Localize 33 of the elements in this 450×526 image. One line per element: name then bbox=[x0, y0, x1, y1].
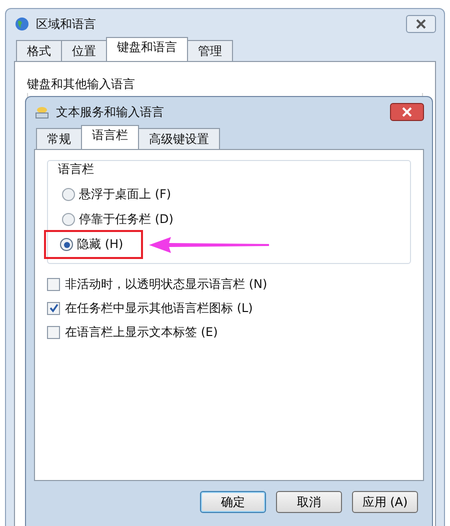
option-label: 悬浮于桌面上 (F) bbox=[79, 186, 172, 203]
group-title: 语言栏 bbox=[58, 161, 95, 178]
tab[interactable]: 位置 bbox=[61, 40, 107, 61]
checkbox-label: 在语言栏上显示文本标签 (E) bbox=[65, 324, 218, 340]
window-title: 区域和语言 bbox=[36, 16, 97, 32]
dialog-button[interactable]: 应用 (A) bbox=[352, 491, 418, 513]
tab[interactable]: 语言栏 bbox=[81, 125, 139, 149]
radio-button[interactable] bbox=[60, 238, 73, 251]
globe-icon bbox=[14, 16, 30, 32]
checkbox-label: 在任务栏中显示其他语言栏图标 (L) bbox=[65, 300, 253, 316]
close-button[interactable] bbox=[406, 15, 436, 33]
close-icon bbox=[416, 19, 426, 29]
checkbox[interactable] bbox=[47, 278, 60, 290]
checkbox-label: 非活动时，以透明状态显示语言栏 (N) bbox=[65, 276, 268, 292]
option-label: 隐藏 (H) bbox=[77, 236, 124, 253]
tab[interactable]: 高级键设置 bbox=[138, 128, 220, 149]
close-button[interactable] bbox=[390, 103, 424, 121]
checkbox[interactable] bbox=[47, 326, 60, 338]
tab[interactable]: 常规 bbox=[36, 128, 82, 149]
option-label: 停靠于任务栏 (D) bbox=[79, 211, 174, 228]
tab[interactable]: 键盘和语言 bbox=[106, 37, 188, 61]
tab[interactable]: 格式 bbox=[16, 40, 62, 61]
tab[interactable]: 管理 bbox=[187, 40, 233, 61]
dialog-title: 文本服务和输入语言 bbox=[56, 104, 165, 120]
radio-button[interactable] bbox=[62, 213, 75, 226]
dialog-button[interactable]: 取消 bbox=[276, 491, 342, 513]
group-title: 键盘和其他输入语言 bbox=[27, 76, 136, 93]
keyboard-icon bbox=[34, 104, 50, 120]
checkbox[interactable] bbox=[47, 302, 60, 314]
radio-button[interactable] bbox=[62, 188, 75, 201]
arrow-icon bbox=[149, 234, 270, 254]
dialog-button[interactable]: 确定 bbox=[200, 491, 266, 513]
close-icon bbox=[402, 107, 412, 117]
